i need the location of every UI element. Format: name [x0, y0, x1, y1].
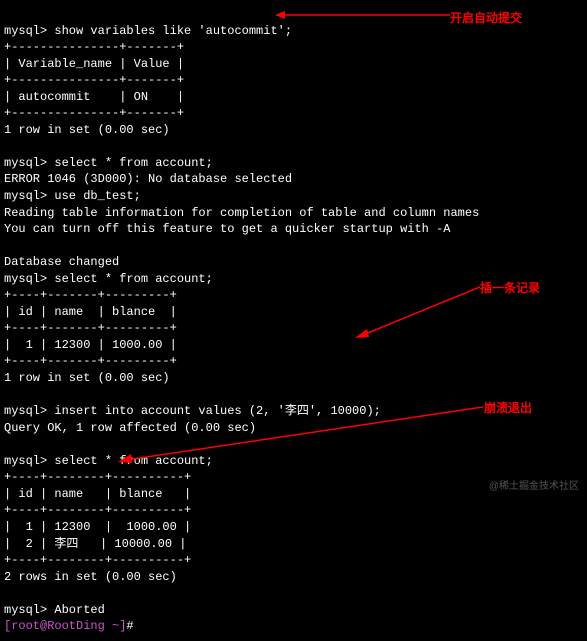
line: ERROR 1046 (3D000): No database selected [4, 172, 292, 186]
line: +----+--------+----------+ [4, 470, 191, 484]
line: | id | name | blance | [4, 487, 191, 501]
shell-prompt: [root@RootDing ~] [4, 619, 126, 633]
line: mysql> select * from account; [4, 454, 213, 468]
line: 1 row in set (0.00 sec) [4, 371, 170, 385]
line: Query OK, 1 row affected (0.00 sec) [4, 421, 256, 435]
terminal-output: mysql> show variables like 'autocommit';… [0, 0, 587, 641]
line: mysql> insert into account values (2, '李… [4, 404, 381, 418]
annotation-autocommit: 开启自动提交 [450, 10, 522, 27]
watermark: @稀土掘金技术社区 [489, 480, 579, 494]
line: +----+-------+---------+ [4, 288, 177, 302]
line: +----+--------+----------+ [4, 503, 191, 517]
line: +----+--------+----------+ [4, 553, 191, 567]
line: | Variable_name | Value | [4, 57, 184, 71]
shell-prompt-hash: # [126, 619, 140, 633]
line: 1 row in set (0.00 sec) [4, 123, 170, 137]
line: mysql> Aborted [4, 603, 105, 617]
line: mysql> select * from account; [4, 156, 213, 170]
line: +----+-------+---------+ [4, 321, 177, 335]
line: +---------------+-------+ [4, 106, 184, 120]
line: mysql> show variables like 'autocommit'; [4, 24, 292, 38]
line: | 2 | 李四 | 10000.00 | [4, 537, 186, 551]
line: | id | name | blance | [4, 305, 177, 319]
line: 2 rows in set (0.00 sec) [4, 570, 177, 584]
line: +----+-------+---------+ [4, 354, 177, 368]
line: You can turn off this feature to get a q… [4, 222, 450, 236]
line: mysql> select * from account; [4, 272, 213, 286]
annotation-insert: 插一条记录 [480, 280, 540, 297]
line: mysql> use db_test; [4, 189, 141, 203]
line: | 1 | 12300 | 1000.00 | [4, 338, 177, 352]
line: +---------------+-------+ [4, 40, 184, 54]
annotation-abort: 崩溃退出 [484, 400, 532, 417]
line: Database changed [4, 255, 119, 269]
line: | autocommit | ON | [4, 90, 184, 104]
line: +---------------+-------+ [4, 73, 184, 87]
line: Reading table information for completion… [4, 206, 479, 220]
line: | 1 | 12300 | 1000.00 | [4, 520, 191, 534]
